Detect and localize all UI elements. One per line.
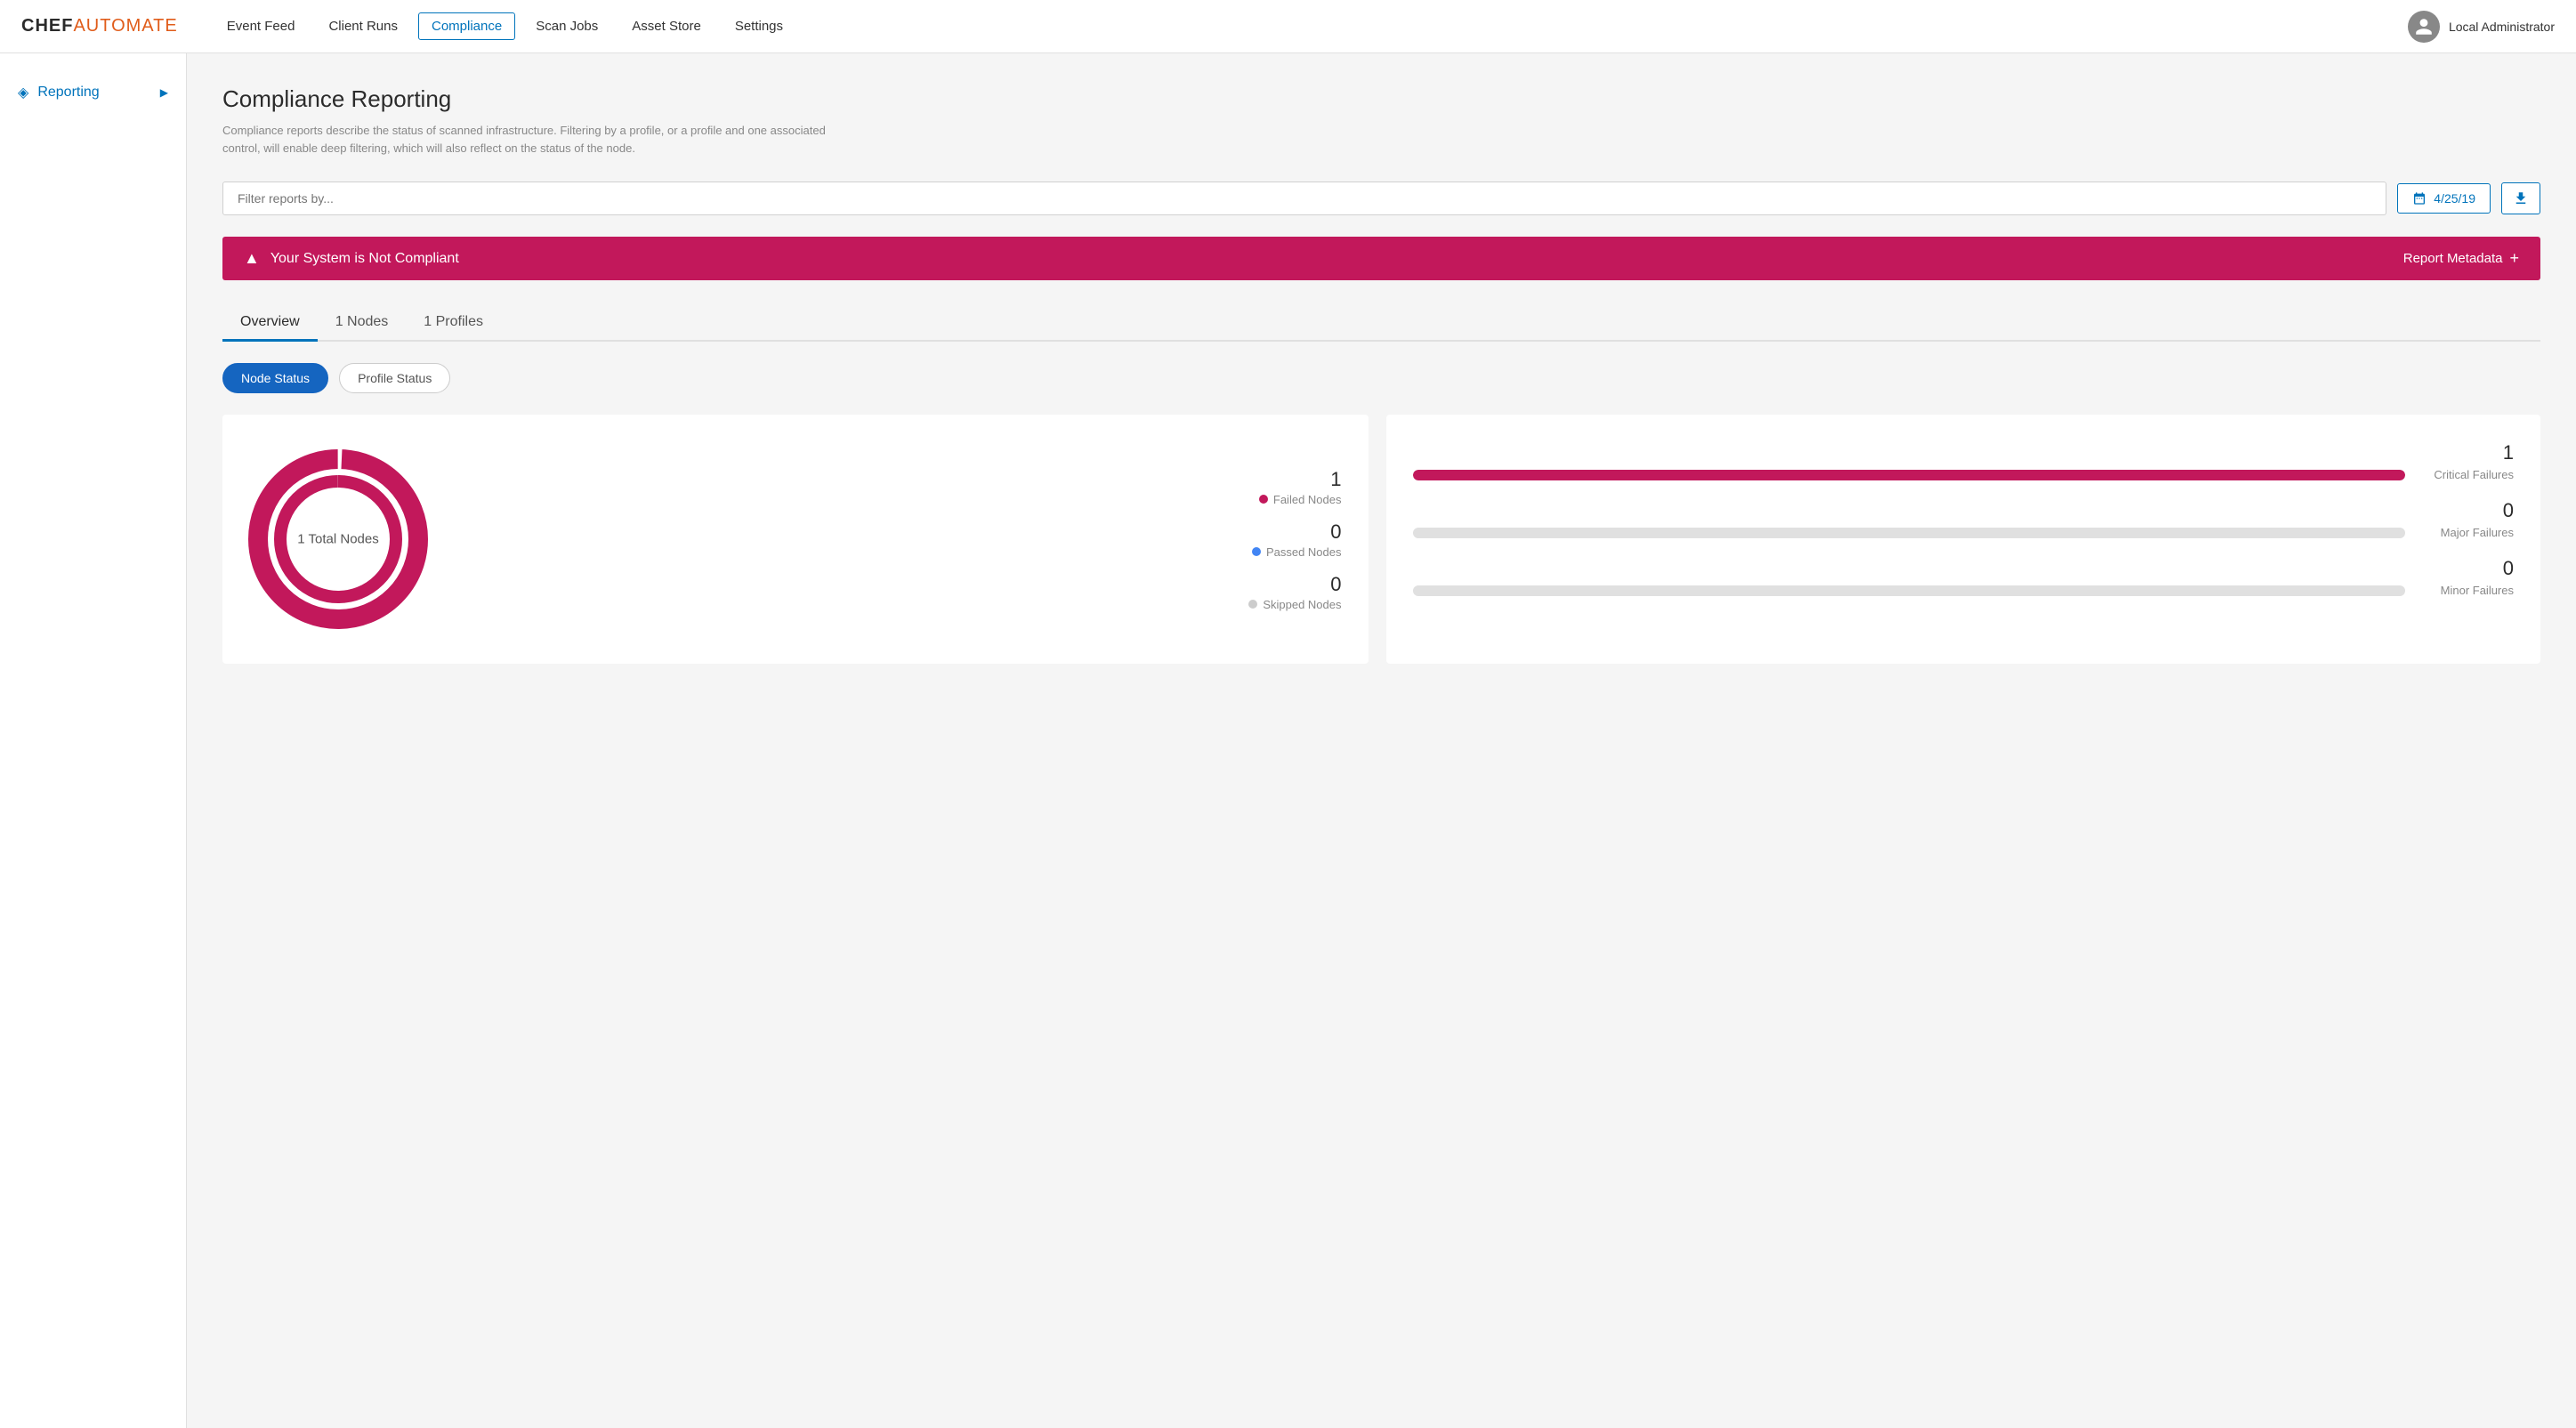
date-label: 4/25/19	[2434, 191, 2475, 206]
major-bar-row: Major Failures	[1413, 526, 2515, 539]
user-name: Local Administrator	[2449, 20, 2555, 34]
sidebar-item-label: Reporting	[37, 85, 99, 101]
bar-minor: 0 Minor Failures	[1413, 557, 2515, 597]
critical-label: Critical Failures	[2416, 468, 2514, 481]
critical-bar-track	[1413, 470, 2406, 480]
skipped-label: Skipped Nodes	[1263, 598, 1341, 611]
passed-dot	[1252, 547, 1261, 556]
bar-major: 0 Major Failures	[1413, 499, 2515, 539]
minor-label: Minor Failures	[2416, 584, 2514, 597]
plus-icon: +	[2509, 249, 2519, 268]
major-label: Major Failures	[2416, 526, 2514, 539]
page-title: Compliance Reporting	[222, 85, 2540, 113]
passed-count: 0	[1330, 520, 1341, 544]
sidebar: ◈ Reporting ▶	[0, 53, 187, 1428]
download-icon	[2513, 190, 2529, 206]
critical-count: 1	[2503, 441, 2514, 464]
nav-settings[interactable]: Settings	[722, 12, 796, 40]
major-count: 0	[2503, 499, 2514, 522]
compliance-banner: ▲ Your System is Not Compliant Report Me…	[222, 237, 2540, 280]
page-description: Compliance reports describe the status o…	[222, 122, 845, 157]
failed-dot	[1259, 495, 1268, 504]
tab-profiles[interactable]: 1 Profiles	[406, 305, 501, 342]
logo-automate: AUTOMATE	[73, 16, 177, 36]
calendar-icon	[2412, 191, 2427, 206]
status-toggle-row: Node Status Profile Status	[222, 363, 2540, 393]
critical-bar-row: Critical Failures	[1413, 468, 2515, 481]
tab-overview[interactable]: Overview	[222, 305, 318, 342]
skipped-dot	[1248, 600, 1257, 609]
passed-label: Passed Nodes	[1266, 545, 1342, 559]
banner-text: Your System is Not Compliant	[271, 251, 459, 267]
bar-critical: 1 Critical Failures	[1413, 441, 2515, 481]
warning-icon: ▲	[244, 249, 260, 268]
failed-label: Failed Nodes	[1273, 493, 1342, 506]
passed-label-row: Passed Nodes	[1252, 545, 1342, 559]
bar-chart-card: 1 Critical Failures 0 Major Failu	[1386, 415, 2541, 664]
skipped-count: 0	[1330, 573, 1341, 596]
main-content: Compliance Reporting Compliance reports …	[187, 53, 2576, 1428]
charts-row: 1 Total Nodes 1 Failed Nodes 0	[222, 415, 2540, 664]
failed-label-row: Failed Nodes	[1259, 493, 1342, 506]
legend-passed: 0 Passed Nodes	[1248, 520, 1341, 559]
legend-failed: 1 Failed Nodes	[1248, 468, 1341, 506]
user-menu[interactable]: Local Administrator	[2408, 11, 2555, 43]
tab-nodes[interactable]: 1 Nodes	[318, 305, 407, 342]
legend-skipped: 0 Skipped Nodes	[1248, 573, 1341, 611]
nav-links: Event Feed Client Runs Compliance Scan J…	[214, 12, 2408, 40]
minor-bar-track	[1413, 585, 2406, 596]
filter-row: 4/25/19	[222, 182, 2540, 215]
minor-bar-row: Minor Failures	[1413, 584, 2515, 597]
report-metadata-button[interactable]: Report Metadata +	[2403, 249, 2519, 268]
report-metadata-label: Report Metadata	[2403, 251, 2503, 266]
nav-asset-store[interactable]: Asset Store	[618, 12, 715, 40]
banner-message: ▲ Your System is Not Compliant	[244, 249, 459, 268]
donut-chart: 1 Total Nodes	[240, 441, 436, 637]
chevron-right-icon: ▶	[160, 86, 168, 99]
skipped-label-row: Skipped Nodes	[1248, 598, 1341, 611]
failed-count: 1	[1330, 468, 1341, 491]
nav-client-runs[interactable]: Client Runs	[315, 12, 411, 40]
logo: CHEFAUTOMATE	[21, 16, 178, 36]
reporting-icon: ◈	[18, 84, 28, 101]
date-picker-button[interactable]: 4/25/19	[2397, 183, 2491, 214]
profile-status-button[interactable]: Profile Status	[339, 363, 450, 393]
nav-scan-jobs[interactable]: Scan Jobs	[522, 12, 611, 40]
logo-chef: CHEF	[21, 16, 73, 36]
filter-input[interactable]	[238, 191, 2371, 206]
critical-bar-fill	[1413, 470, 2406, 480]
download-button[interactable]	[2501, 182, 2540, 214]
donut-legend: 1 Failed Nodes 0 Passed Nodes	[1248, 468, 1341, 611]
minor-count: 0	[2503, 557, 2514, 580]
nav-event-feed[interactable]: Event Feed	[214, 12, 309, 40]
node-status-button[interactable]: Node Status	[222, 363, 328, 393]
filter-input-wrap[interactable]	[222, 182, 2386, 215]
top-navigation: CHEFAUTOMATE Event Feed Client Runs Comp…	[0, 0, 2576, 53]
sidebar-item-reporting[interactable]: ◈ Reporting ▶	[0, 71, 186, 114]
nav-compliance[interactable]: Compliance	[418, 12, 515, 40]
donut-center-label: 1 Total Nodes	[297, 532, 378, 547]
tabs-row: Overview 1 Nodes 1 Profiles	[222, 305, 2540, 342]
donut-chart-card: 1 Total Nodes 1 Failed Nodes 0	[222, 415, 1369, 664]
app-layout: ◈ Reporting ▶ Compliance Reporting Compl…	[0, 53, 2576, 1428]
avatar	[2408, 11, 2440, 43]
major-bar-track	[1413, 528, 2406, 538]
